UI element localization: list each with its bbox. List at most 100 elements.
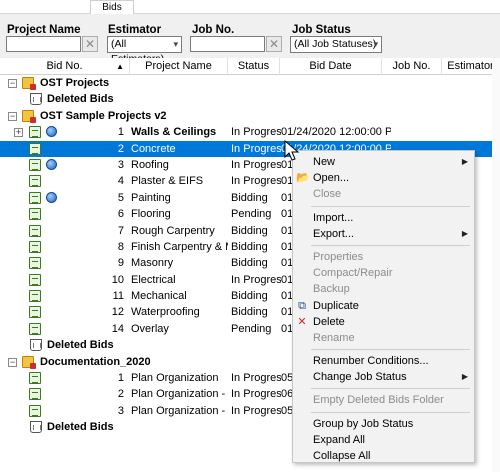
column-job-no[interactable]: Job No. bbox=[382, 58, 442, 75]
recycle-bin-icon bbox=[30, 421, 42, 434]
bid-number: 11 bbox=[112, 290, 124, 303]
menu-separator bbox=[293, 385, 474, 392]
menu-item-export[interactable]: Export... ▶ bbox=[293, 226, 474, 242]
collapse-toggle-icon[interactable]: − bbox=[8, 79, 17, 88]
menu-item-label: Change Job Status bbox=[313, 371, 407, 384]
bid-number: 5 bbox=[117, 191, 124, 204]
project-folder-icon bbox=[22, 109, 36, 123]
bid-document-icon bbox=[29, 191, 41, 204]
menu-item-open[interactable]: 📂 Open... bbox=[293, 170, 474, 186]
bid-document-icon bbox=[29, 322, 41, 335]
estimator-label: Estimator bbox=[108, 24, 162, 36]
bid-document-icon bbox=[29, 126, 41, 139]
collapse-toggle-icon[interactable]: − bbox=[8, 357, 17, 367]
column-bid-date[interactable]: Bid Date bbox=[280, 58, 382, 75]
menu-item-label: New bbox=[313, 156, 336, 168]
clear-job-no-icon[interactable]: ✕ bbox=[266, 36, 282, 52]
bid-document-icon bbox=[29, 208, 41, 221]
bid-number: 9 bbox=[117, 257, 124, 270]
project-name-cell: Masonry bbox=[131, 257, 174, 270]
bid-number: 1 bbox=[117, 372, 124, 385]
column-project-name[interactable]: Project Name bbox=[130, 58, 228, 75]
status-cell: In Progress bbox=[231, 388, 281, 401]
menu-item-delete[interactable]: ✕ Delete bbox=[293, 314, 474, 330]
column-bid-no[interactable]: Bid No. ▲ bbox=[0, 58, 130, 75]
menu-item-expand-all[interactable]: Expand All bbox=[293, 432, 474, 448]
bid-document-icon bbox=[29, 273, 41, 286]
bid-number: 3 bbox=[117, 404, 124, 417]
chevron-down-icon: ▾ bbox=[373, 39, 378, 49]
status-cell: Bidding bbox=[231, 306, 268, 319]
menu-item-change-job-status[interactable]: Change Job Status ▶ bbox=[293, 369, 474, 385]
recycle-bin-icon bbox=[30, 339, 42, 352]
project-group-row[interactable]: − OST Projects bbox=[0, 75, 500, 91]
menu-separator bbox=[293, 203, 474, 210]
project-name-cell: Painting bbox=[131, 191, 171, 204]
column-status[interactable]: Status bbox=[228, 58, 280, 75]
status-cell: Bidding bbox=[231, 257, 268, 270]
job-no-input[interactable] bbox=[190, 36, 265, 52]
bid-number: 3 bbox=[117, 158, 124, 171]
bid-number: 4 bbox=[117, 175, 124, 188]
project-name-cell: Roofing bbox=[131, 158, 169, 171]
bid-number: 7 bbox=[117, 224, 124, 237]
menu-item-label: Expand All bbox=[313, 433, 365, 446]
job-status-select[interactable]: (All Job Statuses) ▾ bbox=[290, 36, 382, 53]
bid-number: 2 bbox=[117, 142, 124, 155]
project-group-name: OST Sample Projects v2 bbox=[40, 109, 167, 122]
collapse-toggle-icon[interactable]: − bbox=[8, 111, 17, 121]
status-cell: In Progress bbox=[231, 126, 281, 139]
recycle-bin-icon bbox=[30, 93, 42, 106]
project-name-cell: Concrete bbox=[131, 142, 176, 155]
menu-item-label: Delete bbox=[313, 315, 345, 328]
vertical-scrollbar[interactable] bbox=[492, 58, 500, 472]
bid-document-icon bbox=[29, 257, 41, 270]
clear-project-name-icon[interactable]: ✕ bbox=[82, 36, 98, 52]
bid-row[interactable]: +1 Walls & Ceilings In Progress01/24/2020 … bbox=[0, 124, 500, 140]
menu-item-new[interactable]: New ▶ bbox=[293, 154, 474, 170]
context-menu: New ▶ 📂 Open... Close Import... Export... ▶ Prop… bbox=[292, 150, 475, 463]
project-group-name: Documentation_2020 bbox=[40, 355, 151, 368]
project-name-cell: Plaster & EIFS bbox=[131, 175, 204, 188]
bid-document-icon bbox=[29, 224, 41, 237]
menu-item-label: Export... bbox=[313, 227, 354, 240]
project-name-cell: Rough Carpentry bbox=[131, 224, 215, 237]
project-name-cell: Flooring bbox=[131, 208, 171, 221]
project-name-cell: Electrical bbox=[131, 273, 176, 286]
bid-document-icon bbox=[29, 404, 41, 417]
menu-item-import[interactable]: Import... bbox=[293, 210, 474, 226]
deleted-bids-label: Deleted Bids bbox=[47, 421, 114, 434]
submenu-arrow-icon: ▶ bbox=[461, 372, 468, 382]
menu-item-renumber-conditions[interactable]: Renumber Conditions... bbox=[293, 353, 474, 369]
globe-icon bbox=[46, 126, 57, 138]
deleted-bids-label: Deleted Bids bbox=[47, 339, 114, 352]
menu-item-empty-deleted-bids-folder: Empty Deleted Bids Folder bbox=[293, 392, 474, 408]
menu-item-compact-repair: Compact/Repair bbox=[293, 265, 474, 281]
tab-bids[interactable]: Bids bbox=[90, 0, 134, 14]
bid-number: 2 bbox=[117, 388, 124, 401]
project-group-row[interactable]: − OST Sample Projects v2 bbox=[0, 108, 500, 124]
status-cell: Bidding bbox=[231, 290, 268, 303]
bid-document-icon bbox=[29, 142, 41, 155]
bid-number: 6 bbox=[117, 208, 124, 221]
status-cell: In Progress bbox=[231, 372, 281, 385]
menu-item-duplicate[interactable]: ⧉ Duplicate bbox=[293, 298, 474, 314]
submenu-arrow-icon: ▶ bbox=[461, 157, 468, 166]
bid-document-icon bbox=[29, 306, 41, 319]
menu-item-label: Compact/Repair bbox=[313, 267, 393, 280]
project-folder-icon bbox=[22, 355, 36, 369]
estimator-select[interactable]: (All Estimators) ▾ bbox=[107, 36, 182, 65]
menu-item-collapse-all[interactable]: Collapse All bbox=[293, 448, 474, 464]
project-name-cell: Waterproofing bbox=[131, 306, 200, 319]
menu-item-label: Group by Job Status bbox=[313, 417, 414, 430]
deleted-bids-label: Deleted Bids bbox=[47, 93, 114, 106]
bid-document-icon bbox=[29, 388, 41, 401]
deleted-bids-row[interactable]: Deleted Bids bbox=[0, 91, 500, 107]
menu-item-group-by-job-status[interactable]: Group by Job Status bbox=[293, 416, 474, 432]
bid-number: 10 bbox=[111, 273, 124, 286]
menu-item-label: Backup bbox=[313, 283, 350, 296]
status-cell: In Progress bbox=[231, 404, 281, 417]
expand-toggle-icon[interactable]: + bbox=[14, 128, 23, 138]
project-name-input[interactable] bbox=[6, 36, 81, 52]
menu-item-label: Empty Deleted Bids Folder bbox=[313, 394, 444, 407]
